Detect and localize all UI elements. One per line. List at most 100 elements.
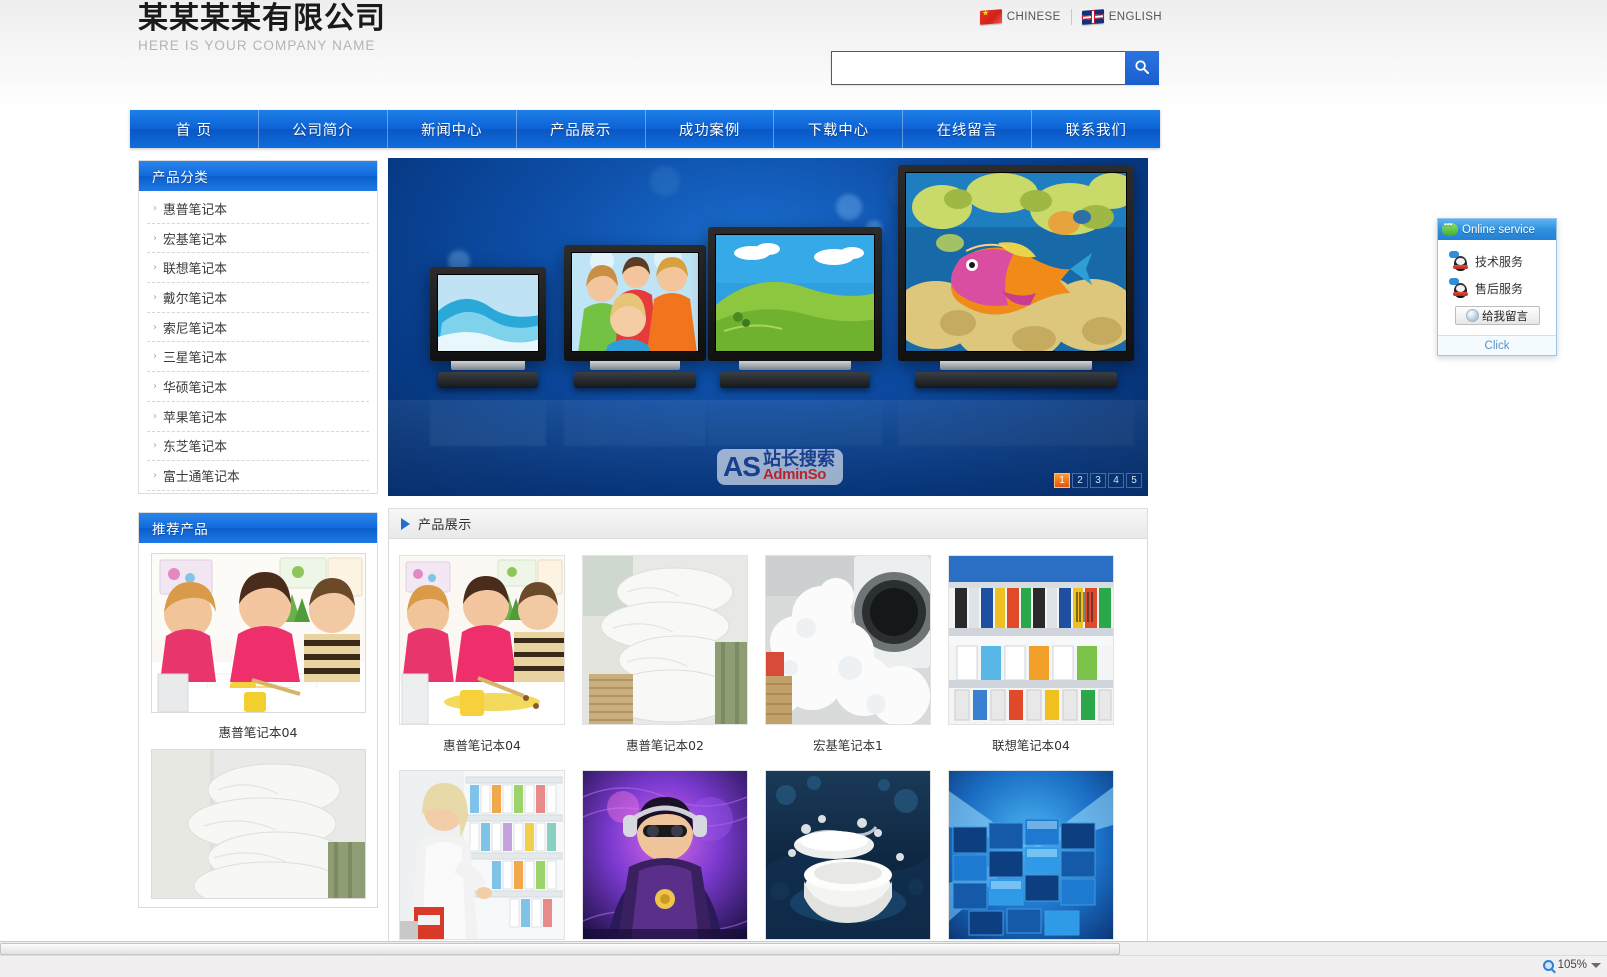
product-image-woman-pharmacy[interactable] — [399, 770, 565, 940]
sidebar-item-lenovo[interactable]: › 联想笔记本 — [147, 253, 369, 284]
carousel-page-4[interactable]: 4 — [1108, 473, 1124, 488]
triangle-right-icon — [401, 517, 410, 530]
online-service-tech-support[interactable]: 技术服务 — [1438, 248, 1556, 275]
product-image-white-pillows[interactable] — [582, 555, 748, 725]
product-card[interactable]: 宏基笔记本1 — [765, 555, 931, 754]
sidebar-item-label: 富士通笔记本 — [163, 470, 240, 486]
sidebar-item-toshiba[interactable]: › 东芝笔记本 — [147, 432, 369, 462]
chevron-right-icon: › — [153, 410, 157, 422]
product-image-cream-jar[interactable] — [765, 770, 931, 940]
sidebar-item-samsung[interactable]: › 三星笔记本 — [147, 342, 369, 373]
leave-message-button[interactable]: 给我留言 — [1454, 306, 1540, 325]
carousel-page-5[interactable]: 5 — [1126, 473, 1142, 488]
language-option-english[interactable]: ENGLISH — [1081, 9, 1162, 25]
product-card[interactable] — [765, 770, 931, 951]
zoom-magnifier-icon — [1542, 959, 1554, 971]
online-service-after-sales[interactable]: 售后服务 — [1438, 275, 1556, 302]
qq-penguin-icon — [1449, 251, 1469, 271]
chevron-right-icon: › — [153, 291, 157, 303]
page-content: 产品分类 › 惠普笔记本 › 宏基笔记本 › 联想笔记本 › 戴尔笔记本 › 索… — [130, 152, 1160, 962]
search-input[interactable] — [831, 51, 1125, 85]
chevron-right-icon: › — [153, 202, 157, 214]
logo-company-name-cn: 某某某某有限公司 — [138, 1, 386, 36]
nav-item-cases[interactable]: 成功案例 — [646, 110, 775, 148]
nav-item-news-center[interactable]: 新闻中心 — [388, 110, 517, 148]
language-label-english: ENGLISH — [1108, 11, 1162, 23]
nav-item-company-profile[interactable]: 公司简介 — [259, 110, 388, 148]
hero-banner-carousel[interactable]: AS 站长搜索 AdminSo 1 2 3 4 5 — [388, 158, 1148, 496]
promo-image-kids-painting[interactable] — [150, 552, 366, 713]
sidebar-item-label: 联想笔记本 — [163, 262, 227, 278]
chevron-right-icon: › — [153, 262, 157, 274]
product-image-stationery-shelf[interactable] — [948, 555, 1114, 725]
main-column: AS 站长搜索 AdminSo 1 2 3 4 5 产品展示 惠普笔记本04 惠… — [388, 158, 1150, 962]
carousel-page-3[interactable]: 3 — [1090, 473, 1106, 488]
product-image-video-wall[interactable] — [948, 770, 1114, 940]
sidebar-item-asus[interactable]: › 华硕笔记本 — [147, 372, 369, 402]
product-grid: 惠普笔记本04 惠普笔记本02 宏基笔记本1 联想笔记本04 — [389, 539, 1147, 961]
online-service-row-label: 技术服务 — [1475, 255, 1524, 269]
horizontal-scrollbar[interactable] — [0, 942, 1607, 956]
online-service-header: Online service — [1438, 219, 1556, 240]
promo-panel-title: 推荐产品 — [139, 512, 377, 543]
logo-company-name-en: HERE IS YOUR COMPANY NAME — [138, 38, 376, 53]
sidebar-item-acer[interactable]: › 宏基笔记本 — [147, 224, 369, 254]
product-card[interactable]: 惠普笔记本02 — [582, 555, 748, 754]
sidebar-item-sony[interactable]: › 索尼笔记本 — [147, 313, 369, 343]
sidebar-item-fujitsu[interactable]: › 富士通笔记本 — [147, 461, 369, 491]
flag-cn-icon — [979, 9, 1002, 25]
product-image-dj-headphones[interactable] — [582, 770, 748, 940]
nav-item-home[interactable]: 首 页 — [130, 110, 259, 148]
product-image-kids-painting[interactable] — [399, 555, 565, 725]
product-category-panel: 产品分类 › 惠普笔记本 › 宏基笔记本 › 联想笔记本 › 戴尔笔记本 › 索… — [138, 160, 378, 494]
language-separator — [1070, 9, 1072, 25]
product-card[interactable] — [948, 770, 1114, 951]
product-caption: 宏基笔记本1 — [813, 738, 883, 753]
product-image-washing-machine-foam[interactable] — [765, 555, 931, 725]
category-list: › 惠普笔记本 › 宏基笔记本 › 联想笔记本 › 戴尔笔记本 › 索尼笔记本 … — [139, 191, 377, 493]
promo-image-white-pillows[interactable] — [150, 748, 366, 899]
browser-status-bar: 105% — [0, 941, 1607, 977]
language-label-chinese: CHINESE — [1006, 11, 1061, 23]
showcase-title: 产品展示 — [418, 518, 472, 533]
online-service-title: Online service — [1462, 223, 1535, 236]
product-card[interactable] — [399, 770, 565, 951]
promo-item[interactable]: 惠普笔记本04 — [139, 552, 377, 749]
sidebar-item-apple[interactable]: › 苹果笔记本 — [147, 402, 369, 432]
nav-item-products[interactable]: 产品展示 — [517, 110, 646, 148]
product-card[interactable]: 联想笔记本04 — [948, 555, 1114, 754]
product-card[interactable] — [582, 770, 748, 951]
chevron-right-icon: › — [153, 380, 157, 392]
qq-penguin-icon — [1449, 278, 1469, 298]
carousel-page-1[interactable]: 1 — [1054, 473, 1070, 488]
horizontal-scrollbar-thumb[interactable] — [0, 943, 1120, 955]
flag-uk-icon — [1081, 9, 1104, 25]
showcase-header: 产品展示 — [389, 509, 1147, 539]
sidebar-item-label: 戴尔笔记本 — [163, 291, 227, 307]
product-caption: 惠普笔记本04 — [443, 738, 521, 753]
online-service-widget: Online service 技术服务 售后服务 给我留言 — [1437, 218, 1557, 356]
carousel-page-2[interactable]: 2 — [1072, 473, 1088, 488]
search-button[interactable] — [1125, 51, 1159, 85]
language-option-chinese[interactable]: CHINESE — [979, 9, 1061, 25]
chevron-down-icon[interactable] — [1591, 962, 1601, 968]
sidebar-item-label: 苹果笔记本 — [163, 410, 227, 426]
nav-item-online-message[interactable]: 在线留言 — [903, 110, 1033, 148]
online-service-footer[interactable]: Click — [1438, 335, 1556, 355]
banner-tv-fish — [898, 165, 1134, 446]
language-switcher: CHINESE ENGLISH — [979, 9, 1162, 25]
promo-item[interactable] — [139, 748, 377, 899]
chevron-right-icon: › — [153, 232, 157, 244]
chevron-right-icon: › — [153, 321, 157, 333]
zoom-level-label: 105% — [1557, 959, 1587, 971]
site-logo[interactable]: 某某某某有限公司 HERE IS YOUR COMPANY NAME — [138, 2, 386, 55]
nav-item-download-center[interactable]: 下载中心 — [774, 110, 904, 148]
nav-item-contact-us[interactable]: 联系我们 — [1032, 110, 1160, 148]
product-card[interactable]: 惠普笔记本04 — [399, 555, 565, 754]
sidebar-item-hp[interactable]: › 惠普笔记本 — [147, 194, 369, 224]
watermark: AS 站长搜索 AdminSo — [706, 438, 854, 496]
site-header: 某某某某有限公司 HERE IS YOUR COMPANY NAME CHINE… — [0, 0, 1607, 108]
browser-viewport: 某某某某有限公司 HERE IS YOUR COMPANY NAME CHINE… — [0, 0, 1607, 977]
sidebar-item-dell[interactable]: › 戴尔笔记本 — [147, 283, 369, 313]
zoom-indicator[interactable]: 105% — [1542, 959, 1601, 971]
